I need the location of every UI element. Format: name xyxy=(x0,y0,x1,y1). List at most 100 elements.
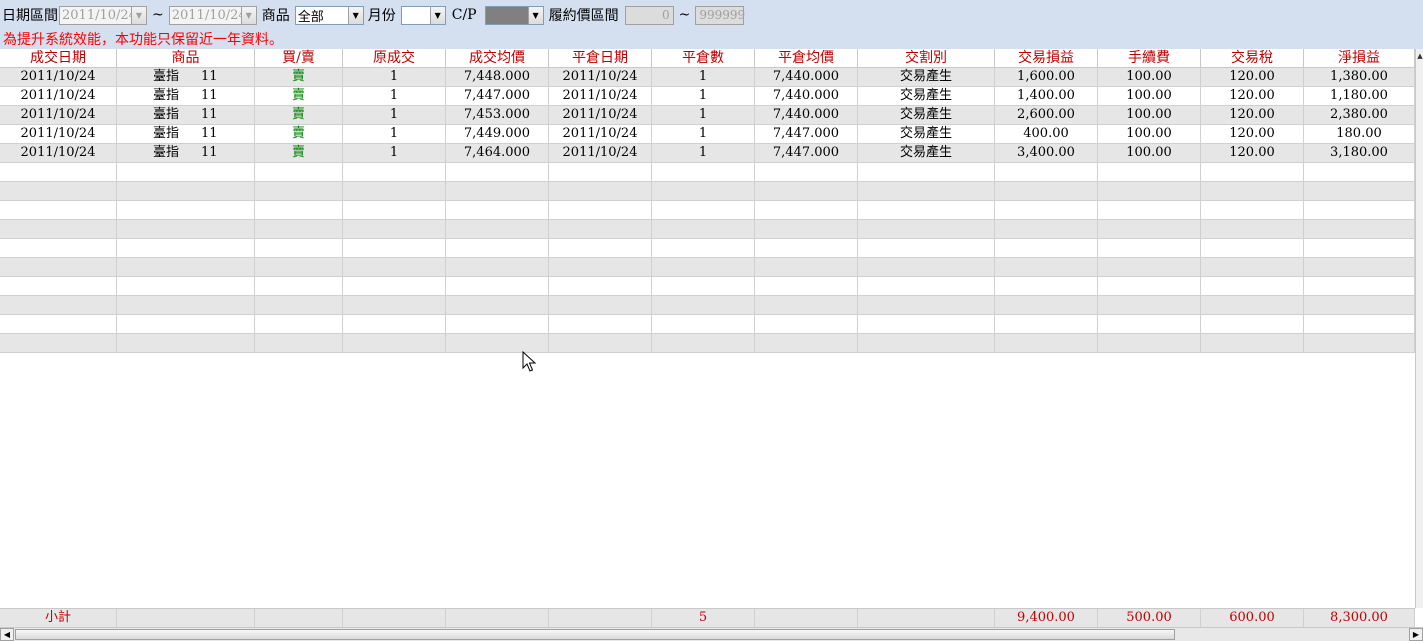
col-header-avg-price[interactable]: 成交均價 xyxy=(446,49,549,67)
cell-close-date: 2011/10/24 xyxy=(549,125,652,144)
retention-notice: 為提升系統效能，本功能只保留近一年資料。 xyxy=(3,32,283,48)
date-to-select[interactable]: 2011/10/24 ▼ xyxy=(168,5,257,25)
cell-net: 1,380.00 xyxy=(1304,68,1415,87)
scroll-up-icon[interactable]: ▲ xyxy=(1416,52,1423,62)
cell-orig-qty: 1 xyxy=(343,68,446,87)
cell-close-date: 2011/10/24 xyxy=(549,144,652,163)
cell-pnl: 400.00 xyxy=(995,125,1098,144)
subtotal-net: 8,300.00 xyxy=(1304,609,1415,627)
product-month: 11 xyxy=(201,69,218,84)
cell-tax: 120.00 xyxy=(1201,144,1304,163)
empty-row[interactable] xyxy=(0,239,1415,258)
col-header-close-qty[interactable]: 平倉數 xyxy=(652,49,755,67)
cell-side: 賣 xyxy=(255,125,343,144)
col-header-net[interactable]: 淨損益 xyxy=(1304,49,1415,67)
subtotal-label: 小計 xyxy=(0,609,117,627)
cell-close-avg: 7,447.000 xyxy=(755,125,858,144)
horizontal-scrollbar[interactable]: ◀ ▶ xyxy=(0,627,1423,641)
cell-pnl: 3,400.00 xyxy=(995,144,1098,163)
vertical-scrollbar[interactable]: ▲ xyxy=(1415,49,1423,608)
cell-close-qty: 1 xyxy=(652,106,755,125)
cell-close-date: 2011/10/24 xyxy=(549,87,652,106)
table-row[interactable]: 2011/10/24 臺指 11 賣 1 7,453.000 2011/10/24… xyxy=(0,106,1415,125)
date-to-value: 2011/10/24 xyxy=(171,7,241,23)
col-header-product[interactable]: 商品 xyxy=(117,49,255,67)
cp-label: C/P xyxy=(451,7,477,23)
cell-side: 賣 xyxy=(255,68,343,87)
product-name: 臺指 xyxy=(153,88,180,103)
product-select[interactable]: 全部 ▼ xyxy=(294,5,364,25)
cell-tax: 120.00 xyxy=(1201,87,1304,106)
cell-product: 臺指 11 xyxy=(117,87,255,106)
col-header-fee[interactable]: 手續費 xyxy=(1098,49,1201,67)
col-header-close-avg[interactable]: 平倉均價 xyxy=(755,49,858,67)
cp-select[interactable]: ▼ xyxy=(484,5,544,25)
table-row[interactable]: 2011/10/24 臺指 11 賣 1 7,447.000 2011/10/24… xyxy=(0,87,1415,106)
empty-row[interactable] xyxy=(0,315,1415,334)
empty-row[interactable] xyxy=(0,258,1415,277)
cell-net: 3,180.00 xyxy=(1304,144,1415,163)
col-header-settle-type[interactable]: 交割別 xyxy=(858,49,995,67)
empty-row[interactable] xyxy=(0,334,1415,353)
dropdown-arrow-icon[interactable]: ▼ xyxy=(527,6,543,24)
cell-pnl: 1,600.00 xyxy=(995,68,1098,87)
col-header-pnl[interactable]: 交易損益 xyxy=(995,49,1098,67)
cell-close-qty: 1 xyxy=(652,144,755,163)
month-select[interactable]: ▼ xyxy=(400,5,446,25)
col-header-tax[interactable]: 交易稅 xyxy=(1201,49,1304,67)
subtotal-close-qty: 5 xyxy=(652,609,755,627)
col-header-orig-qty[interactable]: 原成交 xyxy=(343,49,446,67)
empty-row[interactable] xyxy=(0,296,1415,315)
empty-row[interactable] xyxy=(0,182,1415,201)
cell-avg-price: 7,448.000 xyxy=(446,68,549,87)
table-row[interactable]: 2011/10/24 臺指 11 賣 1 7,449.000 2011/10/24… xyxy=(0,125,1415,144)
cell-trade-date: 2011/10/24 xyxy=(0,106,117,125)
empty-row[interactable] xyxy=(0,163,1415,182)
cell-tax: 120.00 xyxy=(1201,125,1304,144)
dropdown-arrow-icon[interactable]: ▼ xyxy=(131,6,146,24)
cell-product: 臺指 11 xyxy=(117,144,255,163)
date-from-select[interactable]: 2011/10/24 ▼ xyxy=(59,5,147,25)
month-label: 月份 xyxy=(367,8,396,24)
empty-row[interactable] xyxy=(0,201,1415,220)
scroll-left-icon[interactable]: ◀ xyxy=(0,628,14,641)
cell-product: 臺指 11 xyxy=(117,106,255,125)
strike-from-input[interactable]: 0 xyxy=(624,5,674,25)
col-header-close-date[interactable]: 平倉日期 xyxy=(549,49,652,67)
strike-to-input[interactable]: 999999 xyxy=(695,5,745,25)
cell-fee: 100.00 xyxy=(1098,125,1201,144)
table-row[interactable]: 2011/10/24 臺指 11 賣 1 7,464.000 2011/10/24… xyxy=(0,144,1415,163)
cell-pnl: 1,400.00 xyxy=(995,87,1098,106)
cell-avg-price: 7,453.000 xyxy=(446,106,549,125)
cell-tax: 120.00 xyxy=(1201,68,1304,87)
empty-row[interactable] xyxy=(0,220,1415,239)
cell-close-qty: 1 xyxy=(652,87,755,106)
cell-close-qty: 1 xyxy=(652,68,755,87)
scroll-right-icon[interactable]: ▶ xyxy=(1409,628,1423,641)
subtotal-row: 小計 5 9,400.00 500.00 600.00 8,300.00 xyxy=(0,608,1415,627)
subtotal-pnl: 9,400.00 xyxy=(995,609,1098,627)
cell-orig-qty: 1 xyxy=(343,125,446,144)
scrollbar-thumb[interactable] xyxy=(15,629,1175,640)
cell-close-avg: 7,440.000 xyxy=(755,106,858,125)
cell-product: 臺指 11 xyxy=(117,68,255,87)
col-header-trade-date[interactable]: 成交日期 xyxy=(0,49,117,67)
product-month: 11 xyxy=(201,88,218,103)
cell-fee: 100.00 xyxy=(1098,68,1201,87)
product-name: 臺指 xyxy=(153,145,180,160)
cell-fee: 100.00 xyxy=(1098,144,1201,163)
cell-settle-type: 交易產生 xyxy=(858,106,995,125)
product-name: 臺指 xyxy=(153,126,180,141)
product-name: 臺指 xyxy=(153,107,180,122)
product-month: 11 xyxy=(201,107,218,122)
cell-net: 1,180.00 xyxy=(1304,87,1415,106)
dropdown-arrow-icon[interactable]: ▼ xyxy=(240,6,256,24)
strike-range-separator: ~ xyxy=(678,7,691,23)
empty-row[interactable] xyxy=(0,277,1415,296)
col-header-side[interactable]: 買/賣 xyxy=(255,49,343,67)
cell-fee: 100.00 xyxy=(1098,87,1201,106)
table-row[interactable]: 2011/10/24 臺指 11 賣 1 7,448.000 2011/10/24… xyxy=(0,68,1415,87)
cell-settle-type: 交易產生 xyxy=(858,144,995,163)
dropdown-arrow-icon[interactable]: ▼ xyxy=(429,6,445,24)
dropdown-arrow-icon[interactable]: ▼ xyxy=(347,6,363,24)
